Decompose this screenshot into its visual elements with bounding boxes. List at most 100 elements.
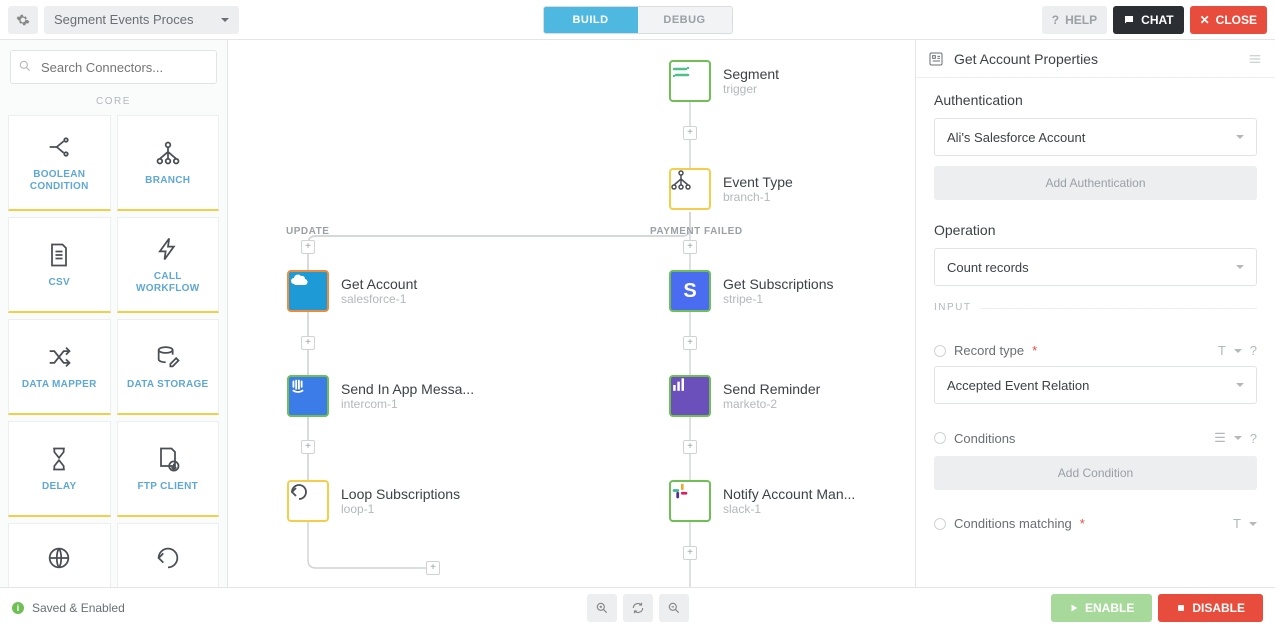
help-icon[interactable]: ? <box>1250 343 1257 358</box>
loop-icon <box>154 544 182 572</box>
search-wrap <box>0 40 227 88</box>
radio-icon[interactable] <box>934 518 946 530</box>
node-get-account[interactable]: Get Accountsalesforce-1 <box>287 270 417 312</box>
node-title: Event Type <box>723 174 793 190</box>
connector-label: DELAY <box>38 481 80 493</box>
connector-loop[interactable] <box>117 523 220 587</box>
csv-file-icon <box>45 241 73 269</box>
radio-icon[interactable] <box>934 432 946 444</box>
add-step-button[interactable]: + <box>683 126 697 140</box>
branch-icon <box>669 168 711 210</box>
node-send-reminder[interactable]: Send Remindermarketo-2 <box>669 375 820 417</box>
caret-down-icon[interactable] <box>1234 349 1242 353</box>
caret-down-icon[interactable] <box>1234 436 1242 440</box>
intercom-icon <box>287 375 329 417</box>
branch-label-payment-failed: PAYMENT FAILED <box>650 226 743 237</box>
connector-label: CALL WORKFLOW <box>118 271 219 295</box>
record-type-select[interactable]: Accepted Event Relation <box>934 366 1257 404</box>
caret-down-icon <box>1236 135 1244 139</box>
connector-boolean-condition[interactable]: BOOLEAN CONDITION <box>8 115 111 211</box>
caret-down-icon <box>221 18 229 22</box>
close-button[interactable]: ✕ CLOSE <box>1190 6 1267 34</box>
add-step-button[interactable]: + <box>301 440 315 454</box>
gear-icon <box>16 13 30 27</box>
add-step-button[interactable]: + <box>683 440 697 454</box>
zoom-in-button[interactable] <box>587 594 617 622</box>
connector-label: DATA MAPPER <box>18 379 101 391</box>
globe-icon <box>45 544 73 572</box>
connector-http[interactable] <box>8 523 111 587</box>
disable-button[interactable]: DISABLE <box>1158 594 1263 622</box>
workflow-canvas[interactable]: Segmenttrigger + Event Typebranch-1 UPDA… <box>228 40 915 587</box>
radio-icon[interactable] <box>934 345 946 357</box>
panel-menu-icon[interactable] <box>1247 51 1263 67</box>
connector-ftp-client[interactable]: FTP CLIENT <box>117 421 220 517</box>
settings-button[interactable] <box>8 6 38 34</box>
connector-call-workflow[interactable]: CALL WORKFLOW <box>117 217 220 313</box>
add-step-button[interactable]: + <box>683 240 697 254</box>
workflow-name: Segment Events Proces <box>54 12 193 27</box>
list-icon[interactable]: ☰ <box>1214 430 1226 446</box>
node-send-in-app[interactable]: Send In App Messa...intercom-1 <box>287 375 474 417</box>
search-input[interactable] <box>10 50 217 84</box>
chat-button[interactable]: CHAT <box>1113 6 1183 34</box>
connector-delay[interactable]: DELAY <box>8 421 111 517</box>
caret-down-icon[interactable] <box>1249 522 1257 526</box>
connector-data-mapper[interactable]: DATA MAPPER <box>8 319 111 415</box>
panel-header: Get Account Properties <box>916 40 1275 78</box>
connector-csv[interactable]: CSV <box>8 217 111 313</box>
category-core-label: CORE <box>0 88 227 111</box>
statusbar: i Saved & Enabled ENABLE DISABLE <box>0 587 1275 627</box>
add-step-button[interactable]: + <box>683 336 697 350</box>
node-notify-account-manager[interactable]: Notify Account Man...slack-1 <box>669 480 855 522</box>
node-title: Loop Subscriptions <box>341 486 460 502</box>
node-segment[interactable]: Segmenttrigger <box>669 60 779 102</box>
help-button[interactable]: ? HELP <box>1042 6 1107 34</box>
zoom-out-button[interactable] <box>659 594 689 622</box>
add-condition-button[interactable]: Add Condition <box>934 456 1257 490</box>
node-sub: marketo-2 <box>723 397 820 411</box>
type-icon[interactable]: T <box>1233 516 1241 531</box>
node-sub: loop-1 <box>341 502 460 516</box>
marketo-icon <box>669 375 711 417</box>
operation-value: Count records <box>947 260 1029 275</box>
node-loop-subscriptions[interactable]: Loop Subscriptionsloop-1 <box>287 480 460 522</box>
connector-branch[interactable]: BRANCH <box>117 115 220 211</box>
add-auth-button[interactable]: Add Authentication <box>934 166 1257 200</box>
add-step-button[interactable]: + <box>426 561 440 575</box>
auth-select[interactable]: Ali's Salesforce Account <box>934 118 1257 156</box>
auth-value: Ali's Salesforce Account <box>947 130 1085 145</box>
record-type-label: Record type <box>954 343 1024 358</box>
main: CORE BOOLEAN CONDITION BRANCH CSV CALL W… <box>0 40 1275 587</box>
connector-label: CSV <box>45 277 74 289</box>
operation-select[interactable]: Count records <box>934 248 1257 286</box>
add-step-button[interactable]: + <box>301 240 315 254</box>
enable-button[interactable]: ENABLE <box>1051 594 1152 622</box>
shuffle-icon <box>45 343 73 371</box>
mode-tabs: BUILD DEBUG <box>543 6 733 34</box>
record-type-value: Accepted Event Relation <box>947 378 1089 393</box>
enable-label: ENABLE <box>1085 601 1134 615</box>
tab-debug[interactable]: DEBUG <box>638 7 732 33</box>
help-icon: ? <box>1052 13 1059 27</box>
type-icon[interactable]: T <box>1218 343 1226 358</box>
help-icon[interactable]: ? <box>1250 431 1257 446</box>
connector-label: BRANCH <box>141 175 194 187</box>
workflow-dropdown[interactable]: Segment Events Proces <box>44 6 239 34</box>
add-step-button[interactable]: + <box>683 546 697 560</box>
node-sub: trigger <box>723 82 779 96</box>
node-event-type[interactable]: Event Typebranch-1 <box>669 168 793 210</box>
node-sub: salesforce-1 <box>341 292 417 306</box>
chat-icon <box>1123 14 1135 26</box>
tab-build[interactable]: BUILD <box>544 7 638 33</box>
connector-data-storage[interactable]: DATA STORAGE <box>117 319 220 415</box>
close-icon: ✕ <box>1200 13 1210 27</box>
zoom-reset-button[interactable] <box>623 594 653 622</box>
node-get-subscriptions[interactable]: S Get Subscriptionsstripe-1 <box>669 270 834 312</box>
connector-label: BOOLEAN CONDITION <box>9 169 110 193</box>
node-title: Get Subscriptions <box>723 276 834 292</box>
connector-label: FTP CLIENT <box>133 481 202 493</box>
add-step-button[interactable]: + <box>301 336 315 350</box>
input-divider: INPUT <box>934 308 1257 325</box>
bolt-icon <box>154 235 182 263</box>
